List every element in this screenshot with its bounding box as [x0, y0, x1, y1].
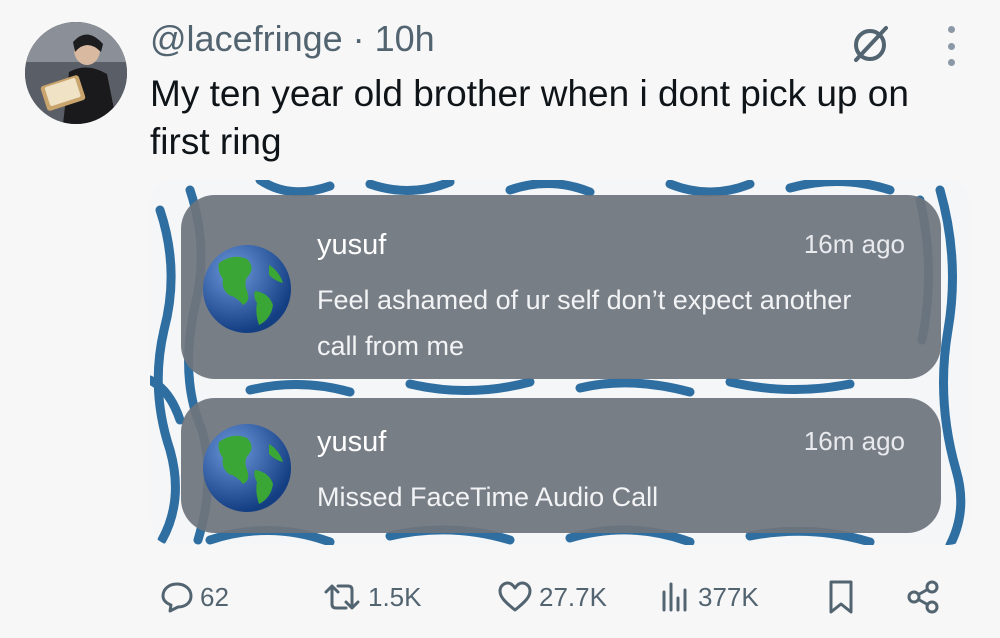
- notification-time: 16m ago: [803, 229, 905, 259]
- views-icon: [662, 582, 687, 612]
- reply-button[interactable]: 62: [160, 572, 229, 622]
- like-button[interactable]: 27.7K: [497, 572, 607, 622]
- repost-count: 1.5K: [368, 581, 422, 612]
- avatar[interactable]: [25, 22, 127, 124]
- like-count: 27.7K: [539, 581, 607, 612]
- reply-count: 62: [200, 581, 229, 612]
- tweet-media[interactable]: yusuf 16m ago Feel ashamed of ur self do…: [150, 180, 970, 545]
- notification-message: Missed FaceTime Audio Call: [317, 482, 659, 512]
- user-handle[interactable]: @lacefringe: [150, 18, 343, 60]
- reply-icon: [161, 582, 193, 613]
- tweet-header: @lacefringe · 10h: [150, 18, 435, 60]
- globe-icon: [203, 245, 291, 333]
- globe-icon: [203, 424, 291, 512]
- avatar-image: [25, 22, 127, 124]
- views-button[interactable]: 377K: [658, 572, 759, 622]
- notification-time: 16m ago: [803, 426, 905, 456]
- notification-card[interactable]: yusuf 16m ago Missed FaceTime Audio Call: [181, 398, 941, 533]
- bookmark-button[interactable]: [826, 572, 862, 622]
- notification-sender: yusuf: [317, 229, 387, 261]
- grok-icon[interactable]: [848, 22, 892, 66]
- bookmark-icon: [829, 580, 853, 614]
- notification-sender: yusuf: [317, 426, 387, 458]
- more-icon[interactable]: [940, 26, 962, 66]
- repost-icon: [324, 584, 360, 610]
- action-bar: 62 1.5K 27.7K 377K: [0, 572, 1000, 622]
- tweet-text: My ten year old brother when i dont pick…: [150, 73, 909, 162]
- like-icon: [498, 581, 532, 612]
- tweet-time[interactable]: 10h: [375, 18, 435, 60]
- header-separator: ·: [352, 18, 365, 59]
- repost-button[interactable]: 1.5K: [322, 572, 422, 622]
- notification-message: Feel ashamed of ur self don’t expect ano…: [317, 285, 852, 361]
- views-count: 377K: [698, 581, 759, 612]
- share-button[interactable]: [905, 572, 947, 622]
- notification-card[interactable]: yusuf 16m ago Feel ashamed of ur self do…: [181, 195, 941, 379]
- share-icon: [907, 580, 939, 614]
